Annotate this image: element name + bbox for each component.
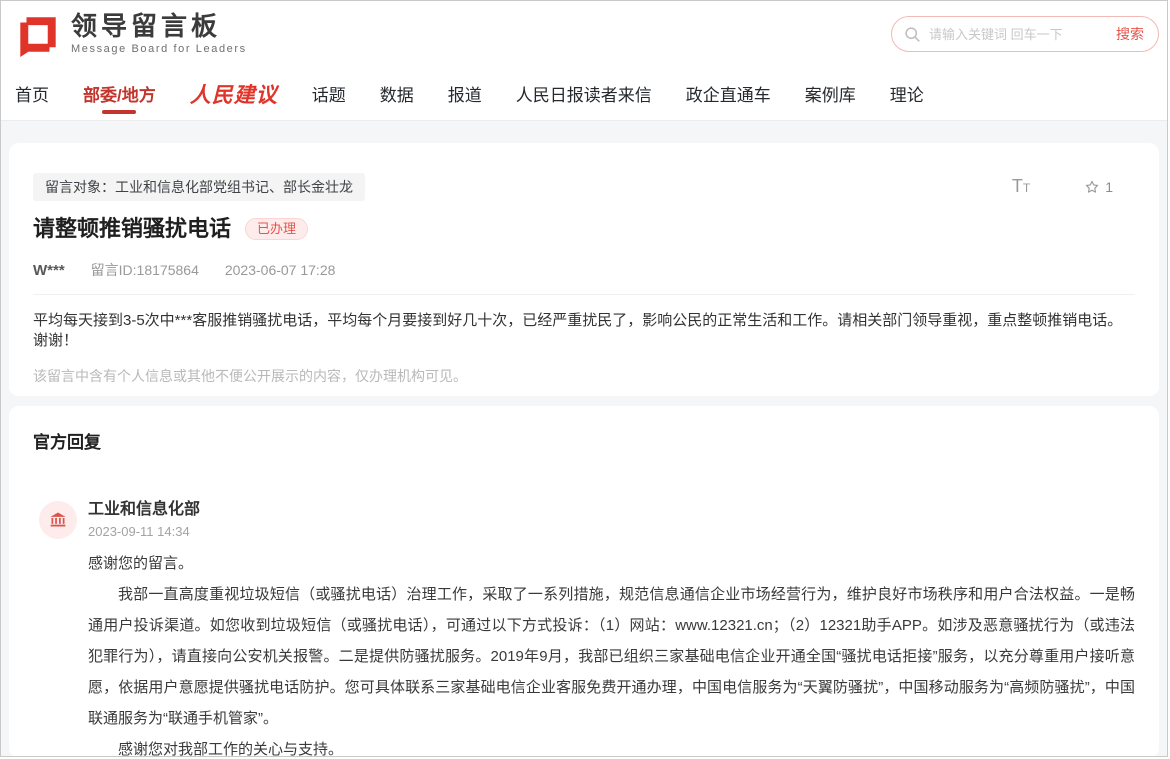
nav-item-7[interactable]: 人民日报读者来信 (499, 67, 669, 120)
nav-item-1[interactable]: 首页 (15, 67, 66, 120)
reply-paragraph-2: 我部一直高度重视垃圾短信（或骚扰电话）治理工作，采取了一系列措施，规范信息通信企… (88, 586, 1135, 727)
search-button[interactable]: 搜索 (1116, 24, 1144, 44)
official-reply: 工业和信息化部 2023-09-11 14:34 感谢您的留言。我部一直高度重视… (33, 501, 1135, 757)
privacy-note: 该留言中含有个人信息或其他不便公开展示的内容，仅办理机构可见。 (33, 368, 467, 384)
reply-main: 工业和信息化部 2023-09-11 14:34 感谢您的留言。我部一直高度重视… (88, 501, 1135, 757)
logo-title: 领导留言板 (71, 11, 222, 42)
divider (33, 294, 1135, 295)
message-top-row: 留言对象：工业和信息化部党组书记、部长金壮龙 TT 1 (33, 173, 1135, 201)
nav-items: 首页 部委/地方 人民建议 话题 数据 报道 人民日报读者来信 政企直通车 案例库 理论 (1, 67, 1167, 120)
reply-card: 官方回复 工业和信息化部 2023-09-11 14:34 感谢您的留言。 我部… (9, 406, 1159, 757)
header: 领导留言板 Message Board for Leaders 搜索 (1, 1, 1167, 67)
nav-item-3[interactable]: 人民建议 (173, 67, 295, 120)
author-name: W*** (33, 261, 65, 279)
title-row: 请整顿推销骚扰电话 已办理 (33, 214, 1135, 244)
logo-subtitle: Message Board for Leaders (71, 42, 247, 55)
search-icon (904, 26, 921, 43)
meta-row: W*** 留言ID:18175864 2023-06-07 17:28 (33, 260, 1135, 280)
search-input[interactable] (929, 26, 1116, 42)
nav-item-6[interactable]: 报道 (431, 67, 499, 120)
message-target-tag: 留言对象：工业和信息化部党组书记、部长金壮龙 (33, 173, 365, 201)
nav-item-4[interactable]: 话题 (295, 67, 363, 120)
logo-icon (15, 11, 61, 57)
reply-date: 2023-09-11 14:34 (88, 524, 190, 539)
content: 留言对象：工业和信息化部党组书记、部长金壮龙 TT 1 请整顿推销骚扰电话 已办… (1, 121, 1167, 757)
main-nav: 首页 部委/地方 人民建议 话题 数据 报道 人民日报读者来信 政企直通车 案例库 理论 (1, 67, 1167, 121)
nav-item-10[interactable]: 理论 (873, 67, 941, 120)
bank-icon (48, 510, 68, 530)
star-icon (1084, 179, 1100, 195)
favorite-count: 1 (1105, 178, 1113, 195)
message-tools: TT 1 (1012, 177, 1113, 196)
reply-paragraphs: 感谢您的留言。我部一直高度重视垃圾短信（或骚扰电话）治理工作，采取了一系列措施，… (88, 548, 1135, 757)
reply-section-title: 官方回复 (33, 433, 101, 452)
message-id: 留言ID:18175864 (90, 262, 199, 278)
search-box: 搜索 (891, 16, 1159, 52)
site-logo[interactable]: 领导留言板 Message Board for Leaders (15, 11, 247, 57)
font-size-icon[interactable]: TT (1012, 177, 1030, 196)
nav-item-9[interactable]: 案例库 (788, 67, 873, 120)
message-card: 留言对象：工业和信息化部党组书记、部长金壮龙 TT 1 请整顿推销骚扰电话 已办… (9, 143, 1159, 396)
message-date: 2023-06-07 17:28 (224, 262, 336, 278)
message-title: 请整顿推销骚扰电话 (33, 216, 232, 241)
org-avatar (39, 501, 77, 539)
nav-item-5[interactable]: 数据 (363, 67, 431, 120)
nav-item-8[interactable]: 政企直通车 (669, 67, 788, 120)
message-body: 平均每天接到3-5次中***客服推销骚扰电话，平均每个月要接到好几十次，已经严重… (33, 312, 1123, 349)
org-name: 工业和信息化部 (88, 501, 201, 518)
nav-item-2[interactable]: 部委/地方 (66, 67, 173, 120)
reply-paragraph-3: 感谢您对我部工作的关心与支持。 (118, 741, 344, 757)
logo-text: 领导留言板 Message Board for Leaders (71, 11, 247, 55)
status-badge: 已办理 (245, 218, 309, 240)
favorite-button[interactable]: 1 (1084, 179, 1113, 195)
reply-paragraph-1: 感谢您的留言。 (88, 555, 194, 572)
page: 领导留言板 Message Board for Leaders 搜索 首页部委/… (0, 0, 1168, 757)
